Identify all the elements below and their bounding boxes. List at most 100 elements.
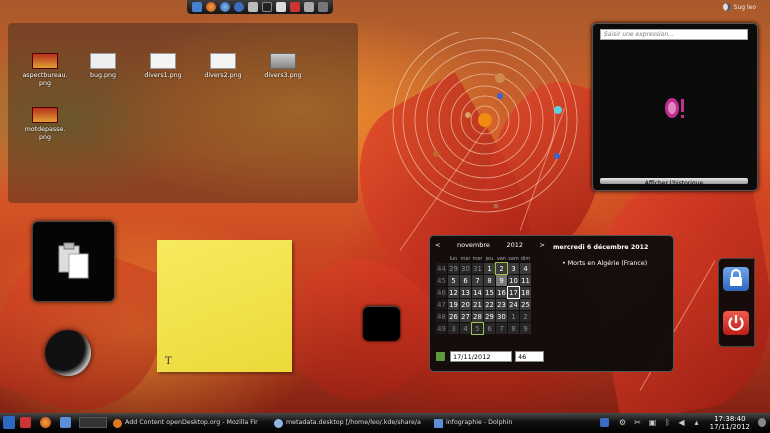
- settings-icon[interactable]: [248, 2, 258, 12]
- date-input[interactable]: 17/11/2012: [450, 351, 512, 362]
- calendar-day[interactable]: 11: [520, 275, 531, 286]
- calendar-day[interactable]: 28: [472, 311, 483, 322]
- bluetooth-icon[interactable]: ᛒ: [663, 418, 672, 427]
- search-input[interactable]: Saisir une expression...: [600, 29, 748, 40]
- calendar-day[interactable]: 6: [460, 275, 471, 286]
- calendar-day[interactable]: 23: [496, 299, 507, 310]
- history-button[interactable]: Afficher l'historique: [600, 178, 748, 184]
- calendar-day[interactable]: 25: [520, 299, 531, 310]
- files-icon[interactable]: [276, 2, 286, 12]
- calendar-day[interactable]: 8: [508, 323, 519, 334]
- clipboard-widget[interactable]: [32, 221, 115, 302]
- desktop-file[interactable]: divers3.png: [256, 53, 310, 80]
- calendar-day[interactable]: 27: [460, 311, 471, 322]
- calendar-day[interactable]: 29: [484, 311, 495, 322]
- calendar-day[interactable]: 9: [520, 323, 531, 334]
- task-firefox[interactable]: Add Content openDesktop.org - Mozilla Fi…: [113, 416, 270, 430]
- tools-icon[interactable]: [318, 2, 328, 12]
- previous-month-button[interactable]: <: [435, 241, 440, 249]
- calendar-day-selected[interactable]: 2: [495, 262, 508, 275]
- file-label: divers3.png: [264, 72, 302, 79]
- desktop-file[interactable]: bug.png: [76, 53, 130, 80]
- volume-icon[interactable]: ◀: [677, 418, 686, 427]
- calendar-day[interactable]: 19: [448, 299, 459, 310]
- pager[interactable]: [79, 417, 107, 428]
- calendar-day[interactable]: 12: [448, 287, 459, 298]
- calendar-day[interactable]: 24: [508, 299, 519, 310]
- calendar-day[interactable]: 29: [448, 263, 459, 274]
- file-label: aspectbureau. png: [22, 72, 68, 87]
- calendar-day[interactable]: 3: [448, 323, 459, 334]
- gear-icon[interactable]: ⚙: [618, 418, 627, 427]
- calendar-day[interactable]: 18: [520, 287, 531, 298]
- dolphin-icon[interactable]: [60, 417, 71, 428]
- task-editor[interactable]: metadata.desktop [/home/leo/.kde/share/a: [274, 416, 430, 430]
- user-switch[interactable]: Sug leo: [722, 3, 756, 11]
- lock-screen-button[interactable]: [723, 267, 749, 291]
- calendar-day[interactable]: 1: [508, 311, 519, 322]
- scissors-icon[interactable]: ✂: [633, 418, 642, 427]
- calendar-day[interactable]: 22: [484, 299, 495, 310]
- firefox-icon[interactable]: [40, 417, 51, 428]
- sticky-note[interactable]: T: [157, 240, 292, 372]
- terminal-icon[interactable]: [262, 2, 272, 12]
- launcher-icon[interactable]: [192, 2, 202, 12]
- calendar-day[interactable]: 3: [508, 263, 519, 274]
- calendar-day-event[interactable]: 5: [471, 322, 484, 335]
- calendar-day[interactable]: 13: [460, 287, 471, 298]
- network-icon[interactable]: ▣: [648, 418, 657, 427]
- calendar-day[interactable]: 30: [460, 263, 471, 274]
- calendar-year[interactable]: 2012: [506, 241, 523, 249]
- calendar-month[interactable]: novembre: [457, 241, 490, 249]
- week-number: 44: [436, 263, 447, 274]
- calendar-day[interactable]: 4: [520, 263, 531, 274]
- calendar-day[interactable]: 21: [472, 299, 483, 310]
- calendar-day[interactable]: 6: [484, 323, 495, 334]
- desktop-file[interactable]: motdepasse. png: [18, 107, 72, 142]
- logout-button[interactable]: [723, 311, 749, 335]
- week-number: 48: [436, 311, 447, 322]
- weekday-header: mar: [460, 256, 471, 262]
- calendar-day[interactable]: 7: [472, 275, 483, 286]
- calendar-day-today[interactable]: 17: [507, 286, 520, 299]
- event-date-title: mercredi 6 décembre 2012: [553, 244, 649, 251]
- dark-widget-button[interactable]: [363, 306, 400, 341]
- calendar-day[interactable]: 8: [484, 275, 495, 286]
- app-tray-icon[interactable]: [600, 418, 609, 427]
- task-dolphin[interactable]: infographie - Dolphin: [434, 416, 584, 430]
- calendar-day[interactable]: 16: [496, 287, 507, 298]
- calendar-day[interactable]: 7: [496, 323, 507, 334]
- calendar-day[interactable]: 14: [472, 287, 483, 298]
- calendar-day-holiday[interactable]: 9: [496, 275, 507, 286]
- calendar-icon[interactable]: [436, 352, 445, 361]
- calendar-day[interactable]: 30: [496, 311, 507, 322]
- calendar-day[interactable]: 5: [448, 275, 459, 286]
- calendar-day[interactable]: 2: [520, 311, 531, 322]
- image-icon[interactable]: [304, 2, 314, 12]
- task-label: Add Content openDesktop.org - Mozilla Fi…: [125, 419, 258, 426]
- week-number-input[interactable]: 46: [515, 351, 544, 362]
- network-icon[interactable]: [290, 2, 300, 12]
- kde-menu-icon[interactable]: [3, 416, 15, 429]
- calendar-day[interactable]: 4: [460, 323, 471, 334]
- thunderbird-icon[interactable]: [220, 2, 230, 12]
- calendar-day[interactable]: 1: [484, 263, 495, 274]
- next-month-button[interactable]: >: [540, 241, 545, 249]
- calendar-day[interactable]: 20: [460, 299, 471, 310]
- planet-icon: [538, 84, 542, 88]
- calendar-day[interactable]: 15: [484, 287, 495, 298]
- desktop-file[interactable]: divers2.png: [196, 53, 250, 80]
- calendar-day[interactable]: 10: [508, 275, 519, 286]
- planet-icon: [495, 73, 505, 83]
- desktop-file[interactable]: aspectbureau. png: [18, 53, 72, 88]
- calendar-day[interactable]: 31: [472, 263, 483, 274]
- browser-icon[interactable]: [234, 2, 244, 12]
- app-icon[interactable]: [20, 417, 31, 428]
- event-label: Morts en Algérie (France): [567, 260, 648, 267]
- firefox-icon[interactable]: [206, 2, 216, 12]
- desktop-file[interactable]: divers1.png: [136, 53, 190, 80]
- calendar-day[interactable]: 26: [448, 311, 459, 322]
- cashew-icon[interactable]: [758, 418, 766, 427]
- clock[interactable]: 17:38:40 17/11/2012: [710, 415, 750, 431]
- expand-tray-icon[interactable]: ▴: [692, 418, 701, 427]
